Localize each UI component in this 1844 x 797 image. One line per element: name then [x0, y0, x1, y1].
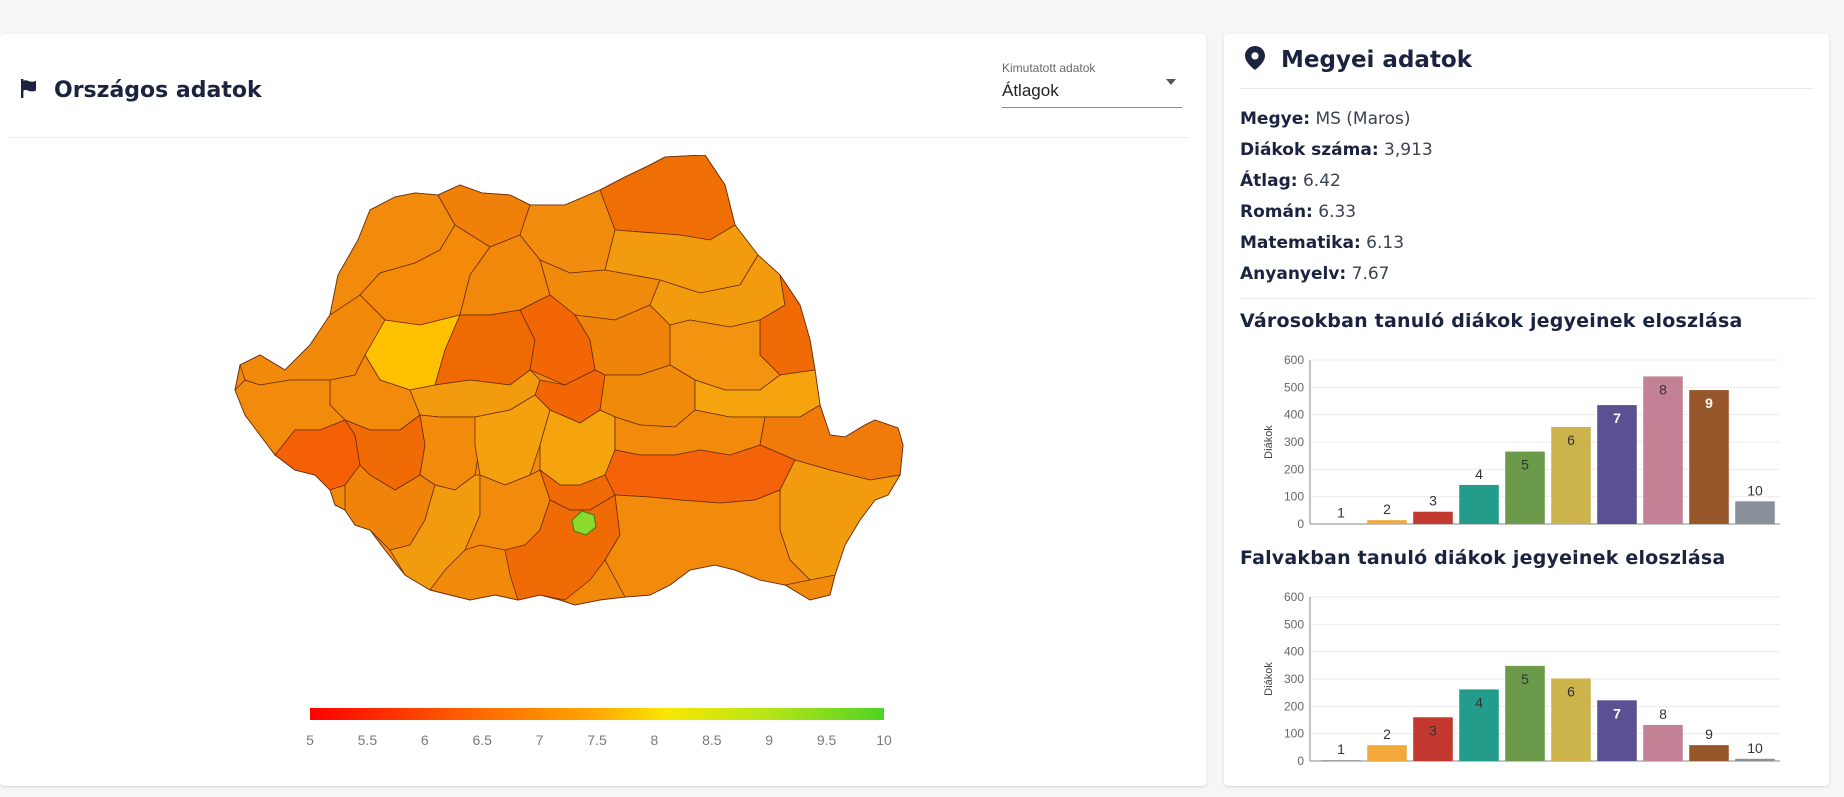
map-pin-icon [1245, 46, 1265, 74]
scale-tick-label: 6.5 [472, 732, 492, 748]
bar-8 [1643, 376, 1683, 524]
county-title: Megyei adatok [1281, 47, 1473, 73]
flag-icon [16, 76, 40, 104]
bar-2 [1367, 520, 1407, 524]
stat-mother-tongue: Anyanyelv: 7.67 [1240, 264, 1390, 284]
y-tick-label: 600 [1284, 590, 1304, 604]
chart-title-urban: Városokban tanuló diákok jegyeinek elosz… [1240, 310, 1743, 332]
stat-romanian: Román: 6.33 [1240, 202, 1357, 222]
divider [8, 137, 1190, 138]
y-axis-label: Diákok [1263, 425, 1275, 459]
national-title: Országos adatok [54, 77, 262, 103]
scale-tick-label: 10 [876, 732, 892, 748]
bar-9 [1689, 745, 1729, 761]
bar-label: 9 [1705, 395, 1713, 411]
divider [1240, 298, 1814, 299]
scale-tick-label: 8.5 [702, 732, 722, 748]
y-tick-label: 0 [1297, 517, 1304, 531]
bar-label: 5 [1521, 671, 1529, 687]
scale-tick-label: 7 [535, 732, 544, 748]
bar-label: 1 [1337, 741, 1345, 757]
bar-1 [1321, 760, 1361, 761]
y-tick-label: 500 [1284, 380, 1304, 394]
scale-tick-label: 9 [765, 732, 774, 748]
bar-label: 3 [1429, 722, 1437, 738]
y-tick-label: 200 [1284, 462, 1304, 476]
y-tick-label: 300 [1284, 435, 1304, 449]
y-tick-label: 100 [1284, 490, 1304, 504]
stat-math: Matematika: 6.13 [1240, 233, 1405, 253]
romania-county-map [220, 154, 980, 690]
bar-2 [1367, 745, 1407, 761]
y-tick-label: 300 [1284, 672, 1304, 686]
y-tick-label: 500 [1284, 617, 1304, 631]
y-tick-label: 100 [1284, 727, 1304, 741]
scale-tick-label: 6 [420, 732, 429, 748]
scale-tick-label: 9.5 [816, 732, 837, 748]
bar-10 [1735, 501, 1775, 524]
bar-label: 1 [1337, 504, 1345, 520]
y-tick-label: 400 [1284, 645, 1304, 659]
y-axis-label: Diákok [1263, 662, 1275, 696]
scale-tick-label: 5.5 [357, 732, 378, 748]
urban-grade-chart: 0 100 200 300 400 500 600 Diákok 1 2 3 4 5 6 7 8 9 10 [1250, 352, 1790, 532]
bar-label: 5 [1521, 457, 1529, 473]
county[interactable] [604, 444, 796, 504]
bar-8 [1643, 724, 1683, 761]
county-header: Megyei adatok [1245, 46, 1472, 74]
y-tick-label: 0 [1297, 754, 1304, 768]
divider [1240, 88, 1814, 89]
county[interactable] [599, 154, 736, 241]
bar-3 [1413, 511, 1453, 524]
national-header: Országos adatok [16, 72, 262, 108]
bar-label: 4 [1475, 694, 1483, 710]
bar-label: 10 [1747, 482, 1763, 498]
bar-label: 2 [1383, 726, 1391, 742]
bar-10 [1735, 758, 1775, 761]
stat-students: Diákok száma: 3,913 [1240, 140, 1433, 160]
bar-label: 7 [1613, 705, 1621, 721]
scale-gradient [310, 708, 884, 720]
select-label: Kimutatott adatok [1002, 61, 1096, 75]
stat-county: Megye: MS (Maros) [1240, 109, 1411, 129]
county[interactable] [604, 489, 811, 598]
county-stats: Megye: MS (Maros) Diákok száma: 3,913 Át… [1240, 104, 1433, 290]
scale-tick-label: 5 [306, 732, 314, 748]
bar-label: 9 [1705, 726, 1713, 742]
bar-label: 2 [1383, 501, 1391, 517]
chart-title-rural: Falvakban tanuló diákok jegyeinek eloszl… [1240, 547, 1726, 569]
y-tick-label: 400 [1284, 408, 1304, 422]
scale-ticks: 5 5.5 6 6.5 7 7.5 8 8.5 9 9.5 10 [300, 732, 900, 750]
chevron-down-icon [1166, 79, 1176, 85]
bar-label: 8 [1659, 706, 1667, 722]
bar-4 [1459, 484, 1499, 524]
rural-grade-chart: 0 100 200 300 400 500 600 Diákok 1 2 3 4 5 6 7 8 9 10 [1250, 589, 1790, 769]
bar-1 [1321, 523, 1361, 524]
bar-label: 8 [1659, 381, 1667, 397]
stat-average: Átlag: 6.42 [1240, 171, 1341, 191]
bar-label: 10 [1747, 740, 1763, 756]
bar-label: 4 [1475, 466, 1483, 482]
y-tick-label: 200 [1284, 699, 1304, 713]
bar-label: 6 [1567, 432, 1575, 448]
select-value: Átlagok [1002, 81, 1059, 100]
county[interactable] [779, 459, 901, 581]
scale-tick-label: 8 [650, 732, 659, 748]
scale-tick-label: 7.5 [587, 732, 607, 748]
bar-label: 6 [1567, 683, 1575, 699]
bar-label: 7 [1613, 410, 1621, 426]
displayed-data-select[interactable]: Kimutatott adatok Átlagok [1002, 59, 1182, 108]
y-tick-label: 600 [1284, 353, 1304, 367]
color-scale: 5 5.5 6 6.5 7 7.5 8 8.5 9 9.5 10 [300, 706, 900, 756]
bar-label: 3 [1429, 493, 1437, 509]
